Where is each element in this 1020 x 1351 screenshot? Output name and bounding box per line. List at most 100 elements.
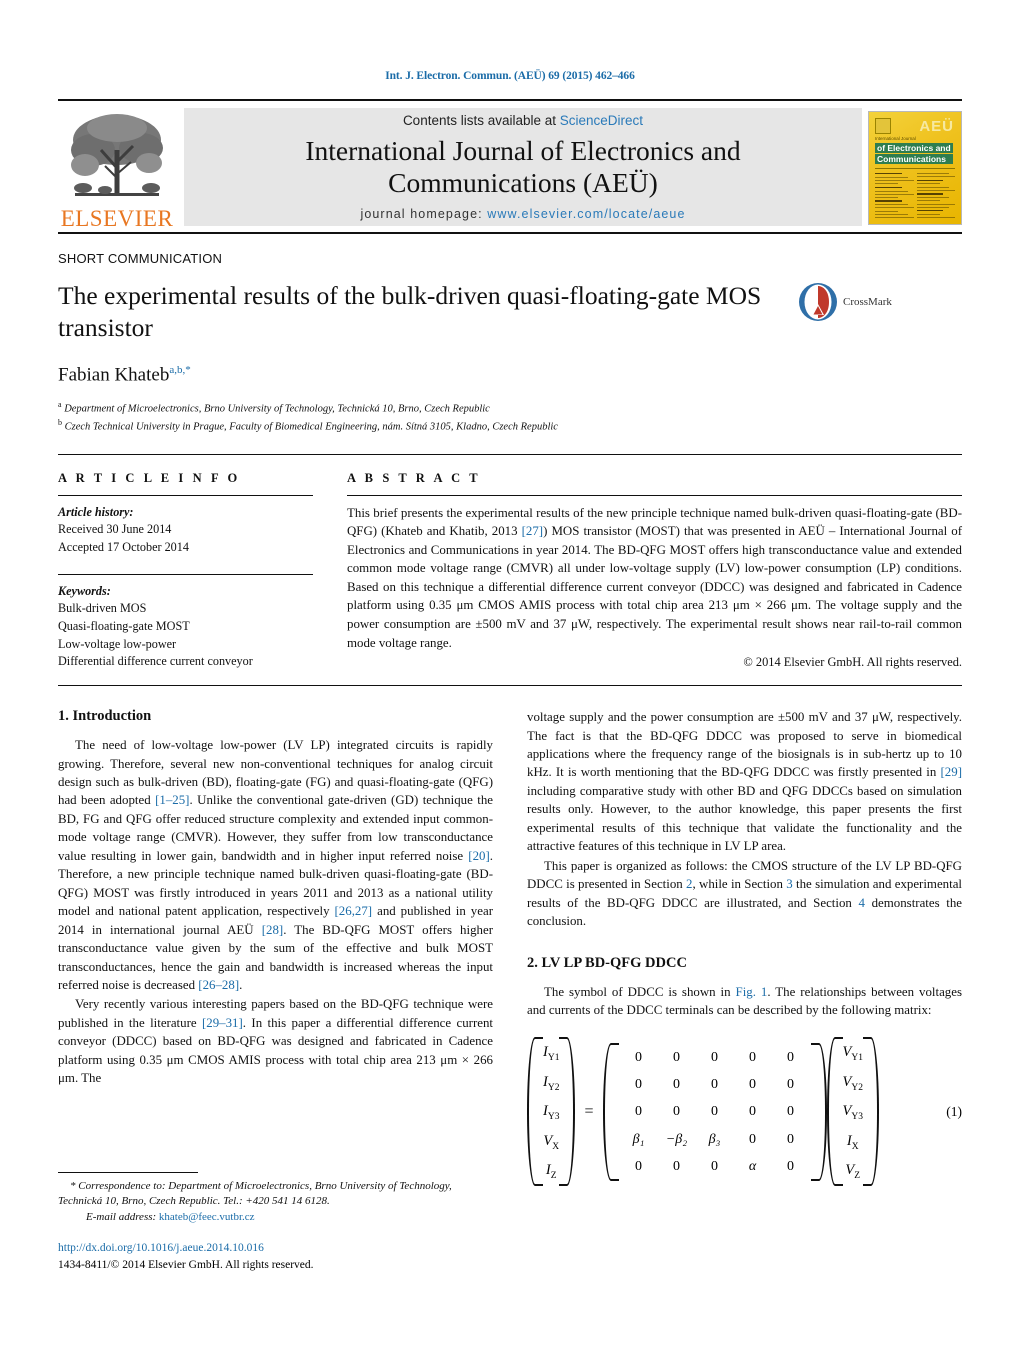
footnote-block: * Correspondence to: Department of Micro… (58, 1171, 493, 1274)
divider (58, 573, 313, 575)
matrix-cell: 0 (635, 1049, 642, 1065)
paren-right (810, 1041, 827, 1183)
abstract-part-2: ) MOS transistor (MOST) that was present… (347, 524, 962, 650)
issn-copyright-line: 1434-8411/© 2014 Elsevier GmbH. All righ… (58, 1259, 314, 1272)
abstract-column: A B S T R A C T This brief presents the … (347, 471, 962, 672)
article-history: Article history: Received 30 June 2014 A… (58, 504, 313, 557)
matrix-cell: 0 (787, 1104, 794, 1120)
keywords-label: Keywords: (58, 583, 111, 598)
cover-divider (875, 168, 955, 169)
matrix-cell: 0 (635, 1104, 642, 1120)
cover-aeu-mark: AEÜ (919, 118, 954, 135)
paren-left (602, 1041, 619, 1183)
paper-page: Int. J. Electron. Commun. (AEÜ) 69 (2015… (0, 0, 1020, 1351)
matrix-cell: 0 (673, 1076, 680, 1092)
crossmark-icon (799, 283, 837, 321)
email-address-link[interactable]: khateb@feec.vutbr.cz (159, 1211, 255, 1223)
cover-title-line2: Communications (875, 154, 953, 164)
lhs-cell: VX (543, 1132, 560, 1152)
divider (347, 494, 962, 496)
matrix-cell: 0 (711, 1049, 718, 1065)
doi-link[interactable]: http://dx.doi.org/10.1016/j.aeue.2014.10… (58, 1240, 493, 1257)
article-info-column: A R T I C L E I N F O Article history: R… (58, 471, 313, 672)
divider (58, 494, 313, 496)
history-accepted: Accepted 17 October 2014 (58, 539, 189, 554)
matrix-cell: 0 (711, 1158, 718, 1174)
s2p1-a: The symbol of DDCC is shown in (544, 984, 736, 999)
email-note: E-mail address: khateb@feec.vutbr.cz (58, 1210, 493, 1226)
journal-band: Contents lists available at ScienceDirec… (184, 108, 862, 226)
matrix-cell: 0 (787, 1049, 794, 1065)
reference-26-28[interactable]: [26–28] (198, 978, 239, 992)
author-affil-markers: a,b,* (169, 363, 191, 376)
sciencedirect-link[interactable]: ScienceDirect (560, 113, 643, 128)
reference-20[interactable]: [20] (468, 849, 489, 863)
reference-28[interactable]: [28] (262, 923, 283, 937)
matrix-cell: 0 (711, 1104, 718, 1120)
lhs-cell: IY2 (543, 1073, 560, 1093)
journal-masthead: ELSEVIER Contents lists available at Sci… (58, 99, 962, 234)
rp1-a: voltage supply and the power consumption… (527, 710, 962, 780)
correspondence-note: * Correspondence to: Department of Micro… (58, 1179, 493, 1210)
matrix-cell: −β₂ (665, 1131, 688, 1147)
affiliation-b-text: Czech Technical University in Prague, Fa… (64, 421, 558, 433)
article-type-label: SHORT COMMUNICATION (58, 251, 223, 266)
equation-1: IY1 IY2 IY3 VX IZ = 0 0 0 0 0 0 0 0 0 0 … (527, 1035, 962, 1188)
running-head: Int. J. Electron. Commun. (AEÜ) 69 (2015… (385, 70, 635, 82)
journal-title-line2: Communications (AEÜ) (388, 166, 658, 198)
lhs-cell: IY3 (543, 1103, 560, 1123)
reference-26-27[interactable]: [26,27] (335, 904, 373, 918)
crossmark-badge[interactable]: CrossMark (798, 282, 892, 322)
matrix-cell: 0 (749, 1049, 756, 1065)
affiliation-b: b Czech Technical University in Prague, … (58, 418, 558, 433)
journal-homepage-line: journal homepage: www.elsevier.com/locat… (360, 207, 685, 221)
abstract-heading: A B S T R A C T (347, 470, 481, 485)
matrix-cell: 0 (635, 1158, 642, 1174)
reference-29[interactable]: [29] (941, 765, 962, 779)
section2-paragraph-1: The symbol of DDCC is shown in Fig. 1. T… (527, 983, 962, 1020)
author-list: Fabian Khateba,b,* (58, 364, 962, 386)
paren-right (862, 1035, 879, 1188)
matrix-cell: 0 (711, 1076, 718, 1092)
contents-available-line: Contents lists available at ScienceDirec… (403, 113, 643, 128)
journal-cover-thumbnail: AEÜ International Journal of Electronics… (868, 111, 962, 225)
keyword-item: Differential difference current conveyor (58, 654, 253, 669)
page-title: The experimental results of the bulk-dri… (58, 281, 762, 342)
right-column: voltage supply and the power consumption… (527, 708, 962, 1274)
cover-kicker: International Journal (875, 136, 916, 141)
abstract-copyright: © 2014 Elsevier GmbH. All rights reserve… (743, 655, 962, 670)
history-label: Article history: (58, 504, 134, 519)
figure-link-1[interactable]: Fig. 1 (736, 985, 768, 999)
reference-1-25[interactable]: [1–25] (155, 793, 189, 807)
matrix-cell: 0 (787, 1076, 794, 1092)
rhs-cell: VZ (845, 1162, 861, 1181)
abstract-text: This brief presents the experimental res… (347, 504, 962, 653)
affiliations: a Department of Microelectronics, Brno U… (58, 399, 962, 436)
keyword-item: Bulk-driven MOS (58, 601, 147, 616)
reference-29-31[interactable]: [29–31] (202, 1016, 243, 1030)
cover-title-line1: of Electronics and (875, 143, 953, 153)
homepage-url-link[interactable]: www.elsevier.com/locate/aeue (487, 207, 685, 221)
cover-logo-box (875, 118, 891, 134)
rhs-vector: VY1 VY2 VY3 IX VZ (826, 1035, 879, 1188)
right-paragraph-1: voltage supply and the power consumption… (527, 708, 962, 856)
matrix-cell: α (748, 1158, 757, 1174)
left-column: 1. Introduction The need of low-voltage … (58, 708, 493, 1274)
article-info-heading: A R T I C L E I N F O (58, 470, 241, 485)
body-columns: 1. Introduction The need of low-voltage … (58, 708, 962, 1274)
elsevier-logo: ELSEVIER (58, 104, 176, 232)
equals-sign: = (584, 1102, 594, 1120)
abstract-reference-27[interactable]: [27] (522, 524, 543, 538)
matrix-cell: 0 (787, 1158, 794, 1174)
rhs-cell: IX (846, 1132, 859, 1152)
lhs-cell: IY1 (543, 1044, 560, 1064)
matrix-cell: 0 (673, 1049, 680, 1065)
matrix-cell: 0 (749, 1104, 756, 1120)
rhs-cell: VY1 (842, 1044, 863, 1064)
homepage-label: journal homepage: (360, 207, 488, 222)
footnote-rule (58, 1171, 198, 1173)
rp2-b: , while in Section (692, 877, 787, 892)
matrix-cell: 0 (749, 1076, 756, 1092)
matrix-cell: β₃ (708, 1131, 721, 1147)
matrix-cell: 0 (635, 1076, 642, 1092)
